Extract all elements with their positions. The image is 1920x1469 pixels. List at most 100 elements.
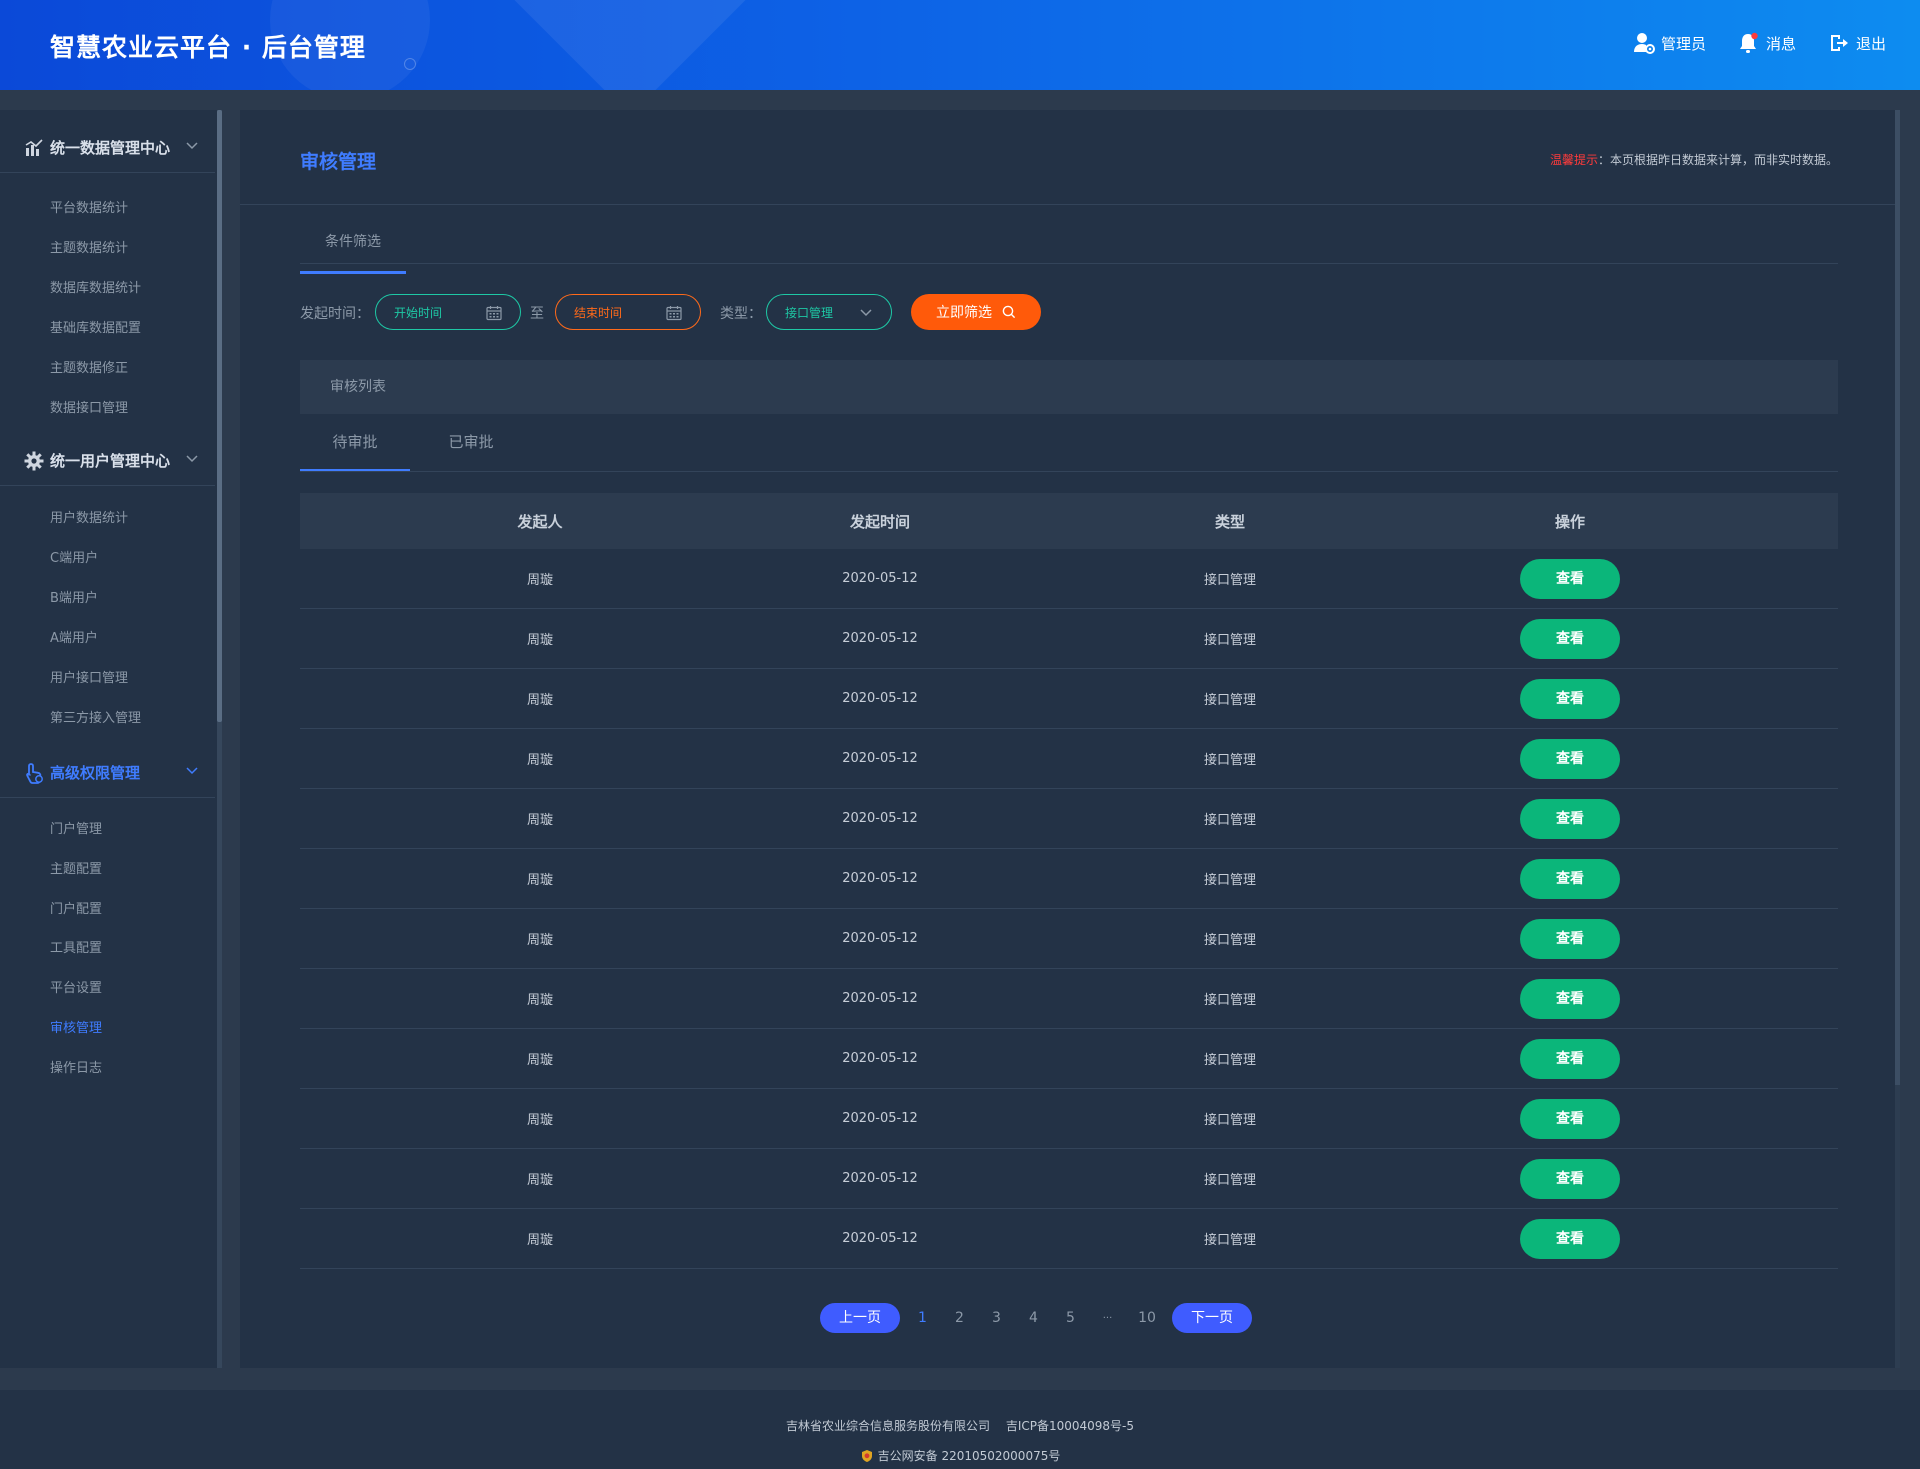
- bell-icon: [1739, 32, 1758, 53]
- footer-police[interactable]: 吉公网安备 22010502000075号: [878, 1447, 1061, 1464]
- logout-button[interactable]: 退出: [1828, 32, 1886, 54]
- cell-time: 2020-05-12: [842, 1111, 918, 1126]
- tab-pending[interactable]: 待审批: [300, 414, 410, 472]
- sidebar-item-a-users[interactable]: A端用户: [50, 627, 98, 646]
- cell-type: 接口管理: [1203, 1173, 1256, 1188]
- filter-submit-label: 立即筛选: [936, 305, 992, 321]
- cell-action: 查看: [1480, 618, 1660, 659]
- divider: [300, 263, 1838, 264]
- cell-time: 2020-05-12: [842, 571, 918, 586]
- admin-label: 管理员: [1660, 34, 1706, 53]
- chevron-down-icon: [186, 767, 198, 775]
- view-button[interactable]: 查看: [1520, 858, 1620, 899]
- table-row: 周璇 2020-05-12 接口管理 查看: [300, 1029, 1838, 1089]
- sidebar-item-database-stats[interactable]: 数据库数据统计: [50, 277, 141, 296]
- message-button[interactable]: 消息: [1738, 32, 1796, 54]
- view-button[interactable]: 查看: [1520, 1098, 1620, 1139]
- view-button[interactable]: 查看: [1520, 558, 1620, 599]
- sidebar-item-base-config[interactable]: 基础库数据配置: [50, 317, 141, 336]
- sidebar-item-operation-log[interactable]: 操作日志: [50, 1057, 102, 1076]
- table-row: 周璇 2020-05-12 接口管理 查看: [300, 789, 1838, 849]
- sidebar-scrollbar[interactable]: [217, 110, 222, 1368]
- cell-type: 接口管理: [1203, 753, 1256, 768]
- page-number[interactable]: 3: [989, 1310, 1004, 1326]
- view-button[interactable]: 查看: [1520, 798, 1620, 839]
- page-number[interactable]: 10: [1137, 1310, 1157, 1326]
- header-actions: 管理员 消息 退出: [1601, 32, 1886, 54]
- main-scrollbar[interactable]: [1895, 110, 1900, 1368]
- cell-type: 接口管理: [1203, 813, 1256, 828]
- footer-company: 吉林省农业综合信息服务股份有限公司: [785, 1419, 990, 1433]
- sidebar-item-third-party[interactable]: 第三方接入管理: [50, 707, 141, 726]
- tab-approved[interactable]: 已审批: [416, 414, 526, 472]
- view-button[interactable]: 查看: [1520, 738, 1620, 779]
- sidebar-group-user-center[interactable]: 统一用户管理中心: [0, 436, 215, 486]
- logout-icon: [1830, 35, 1848, 51]
- cell-initiator: 周璇: [526, 933, 553, 948]
- cell-initiator: 周璇: [526, 1233, 553, 1248]
- sidebar-item-user-api[interactable]: 用户接口管理: [50, 667, 128, 686]
- cell-time: 2020-05-12: [842, 1231, 918, 1246]
- table-row: 周璇 2020-05-12 接口管理 查看: [300, 609, 1838, 669]
- sidebar-group-data-center[interactable]: 统一数据管理中心: [0, 123, 215, 173]
- page-number[interactable]: 2: [952, 1310, 967, 1326]
- type-select[interactable]: 接口管理: [766, 294, 892, 330]
- sidebar-item-review[interactable]: 审核管理: [50, 1017, 102, 1036]
- sidebar-item-data-api[interactable]: 数据接口管理: [50, 397, 128, 416]
- tab-filter[interactable]: 条件筛选: [300, 220, 406, 274]
- page-number[interactable]: 4: [1026, 1310, 1041, 1326]
- sidebar-item-portal[interactable]: 门户管理: [50, 818, 102, 837]
- view-button[interactable]: 查看: [1520, 678, 1620, 719]
- page-number[interactable]: 5: [1063, 1310, 1078, 1326]
- view-button[interactable]: 查看: [1520, 978, 1620, 1019]
- sidebar-item-portal-config[interactable]: 门户配置: [50, 898, 102, 917]
- to-label: 至: [530, 306, 544, 322]
- sidebar-item-topic-config[interactable]: 主题配置: [50, 858, 102, 877]
- end-date-input[interactable]: 结束时间: [555, 294, 701, 330]
- cell-action: 查看: [1480, 978, 1660, 1019]
- cell-action: 查看: [1480, 1158, 1660, 1199]
- table-row: 周璇 2020-05-12 接口管理 查看: [300, 1089, 1838, 1149]
- view-button[interactable]: 查看: [1520, 918, 1620, 959]
- next-page-button[interactable]: 下一页: [1172, 1303, 1252, 1333]
- cell-initiator: 周璇: [526, 753, 553, 768]
- police-badge-icon: [861, 1449, 872, 1462]
- start-date-input[interactable]: 开始时间: [375, 294, 521, 330]
- pointer-icon: [24, 762, 44, 784]
- cell-time: 2020-05-12: [842, 751, 918, 766]
- notice-label: 温馨提示: [1549, 153, 1598, 167]
- prev-page-button[interactable]: 上一页: [820, 1303, 900, 1333]
- sidebar-item-b-users[interactable]: B端用户: [50, 587, 98, 606]
- end-date-placeholder: 结束时间: [574, 305, 623, 320]
- chart-icon: [24, 138, 44, 158]
- search-icon: [1002, 305, 1016, 319]
- start-date-placeholder: 开始时间: [394, 305, 443, 320]
- sidebar-item-platform-settings[interactable]: 平台设置: [50, 977, 102, 996]
- type-select-value: 接口管理: [785, 305, 834, 320]
- footer-icp[interactable]: 吉ICP备10004098号-5: [1006, 1419, 1134, 1433]
- table-row: 周璇 2020-05-12 接口管理 查看: [300, 669, 1838, 729]
- cell-type: 接口管理: [1203, 993, 1256, 1008]
- message-label: 消息: [1765, 34, 1796, 53]
- sidebar-scroll-thumb[interactable]: [217, 110, 222, 722]
- view-button[interactable]: 查看: [1520, 618, 1620, 659]
- cell-type: 接口管理: [1203, 873, 1256, 888]
- user-settings-icon: [1633, 33, 1655, 54]
- sidebar-item-topic-stats[interactable]: 主题数据统计: [50, 237, 128, 256]
- filter-submit-button[interactable]: 立即筛选: [911, 294, 1041, 330]
- sidebar-item-platform-stats[interactable]: 平台数据统计: [50, 197, 128, 216]
- sidebar-item-c-users[interactable]: C端用户: [50, 547, 98, 566]
- view-button[interactable]: 查看: [1520, 1158, 1620, 1199]
- sidebar-item-tool-config[interactable]: 工具配置: [50, 937, 102, 956]
- sidebar-group-permissions[interactable]: 高级权限管理: [0, 748, 215, 798]
- cell-action: 查看: [1480, 1218, 1660, 1259]
- page-number[interactable]: 1: [915, 1310, 930, 1326]
- main-scroll-thumb[interactable]: [1895, 110, 1900, 1085]
- admin-button[interactable]: 管理员: [1633, 32, 1706, 54]
- sidebar-item-topic-fix[interactable]: 主题数据修正: [50, 357, 128, 376]
- cell-time: 2020-05-12: [842, 871, 918, 886]
- sidebar-item-user-stats[interactable]: 用户数据统计: [50, 507, 128, 526]
- gear-icon: [24, 451, 44, 471]
- view-button[interactable]: 查看: [1520, 1038, 1620, 1079]
- view-button[interactable]: 查看: [1520, 1218, 1620, 1259]
